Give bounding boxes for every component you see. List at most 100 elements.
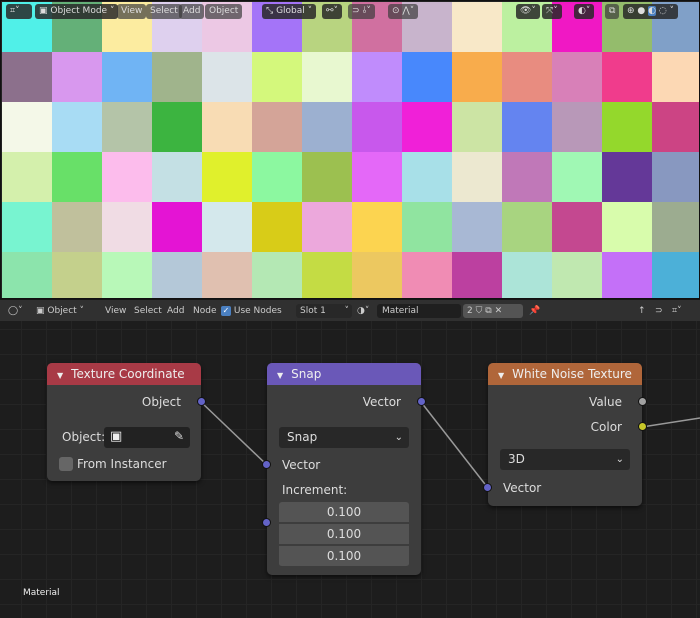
collapse-icon[interactable]: ▼: [57, 371, 63, 380]
fake-user-icon[interactable]: ⛉: [476, 306, 483, 316]
material-label: Material: [23, 588, 60, 598]
input-vector-label: Vector: [282, 458, 321, 472]
node-snap[interactable]: ▼ Snap Vector Snap ⌄ Vector Increment: 0.1…: [262, 363, 426, 575]
menu-add[interactable]: Add: [167, 304, 184, 318]
from-instancer-label: From Instancer: [77, 457, 167, 471]
object-field-label: Object:: [62, 430, 106, 444]
mode-dropdown[interactable]: ▣ Object Mode ˅: [35, 4, 119, 19]
increment-z-field[interactable]: 0.100: [279, 546, 409, 567]
color-cell: [252, 52, 302, 102]
color-cell: [302, 52, 352, 102]
menu-object[interactable]: Object: [205, 4, 243, 19]
menu-view[interactable]: View: [105, 304, 126, 318]
color-cell: [302, 202, 352, 252]
visibility-icon[interactable]: 👁˅: [516, 4, 540, 19]
color-cell: [602, 52, 652, 102]
color-cell: [652, 102, 699, 152]
use-nodes-checkbox[interactable]: ✓ Use Nodes: [221, 304, 282, 318]
parent-node-icon[interactable]: ↑: [638, 304, 646, 318]
color-cell: [102, 52, 152, 102]
color-cell: [652, 202, 699, 252]
node-header[interactable]: ▼ Snap: [267, 363, 421, 385]
color-cell: [452, 202, 502, 252]
color-cell: [452, 102, 502, 152]
color-cell: [152, 202, 202, 252]
xray-icon[interactable]: ⧉: [605, 4, 620, 19]
color-cell: [202, 102, 252, 152]
color-cell: [352, 152, 402, 202]
gizmo-icon[interactable]: ⤧˅: [542, 4, 562, 19]
editor-type-icon[interactable]: ◯˅: [8, 304, 23, 318]
color-cell: [2, 252, 52, 298]
increment-y-field[interactable]: 0.100: [279, 524, 409, 545]
color-cell: [152, 102, 202, 152]
color-cell: [302, 152, 352, 202]
collapse-icon[interactable]: ▼: [277, 371, 283, 380]
node-texture-coordinate[interactable]: ▼ Texture Coordinate Object Object: ▣ ✎ F…: [47, 363, 206, 481]
object-field[interactable]: ▣ ✎: [104, 427, 190, 448]
color-cell: [52, 52, 102, 102]
color-cell: [552, 52, 602, 102]
editor-type-button[interactable]: ⌗˅: [6, 4, 32, 19]
socket-color-out[interactable]: [638, 422, 647, 431]
socket-increment-in[interactable]: [262, 518, 271, 527]
material-name-field[interactable]: Material: [377, 304, 461, 318]
material-browse-icon[interactable]: ◑˅: [357, 304, 369, 318]
node-header[interactable]: ▼ White Noise Texture: [488, 363, 642, 385]
proportional-edit-icon[interactable]: ⊙ ⋀˅: [388, 4, 419, 19]
color-cell: [102, 102, 152, 152]
object-mode-icon: ▣: [39, 6, 51, 16]
color-cell: [652, 52, 699, 102]
snap-toggle-icon[interactable]: ⊃ ⫰˅: [348, 4, 375, 19]
slot-dropdown[interactable]: Slot 1 ˅: [296, 304, 352, 318]
node-header[interactable]: ▼ Texture Coordinate: [47, 363, 201, 385]
color-cell: [252, 152, 302, 202]
output-color-label: Color: [590, 420, 622, 434]
node-white-noise-texture[interactable]: ▼ White Noise Texture Value Color 3D ⌄ Vec…: [483, 363, 647, 506]
color-cell: [452, 52, 502, 102]
menu-select[interactable]: Select: [146, 4, 182, 19]
color-cell: [202, 52, 252, 102]
shading-modes[interactable]: ⊕ ● ◐ ◌ ˅: [623, 4, 679, 19]
color-cell: [252, 202, 302, 252]
collapse-icon[interactable]: ▼: [498, 371, 504, 380]
pin-icon[interactable]: 📌: [529, 304, 540, 318]
socket-object-out[interactable]: [197, 397, 206, 406]
socket-value-out[interactable]: [638, 397, 647, 406]
overlay-icon[interactable]: ◐˅: [574, 4, 595, 19]
operation-dropdown[interactable]: Snap ⌄: [279, 427, 409, 448]
material-users[interactable]: 2 ⛉ ⧉ ✕: [463, 304, 523, 318]
color-cell: [402, 102, 452, 152]
pivot-icon[interactable]: ⚯˅: [322, 4, 343, 19]
chevron-down-icon: ⌄: [615, 454, 624, 465]
menu-node[interactable]: Node: [193, 304, 217, 318]
color-cell: [352, 102, 402, 152]
color-cell: [402, 202, 452, 252]
dimensions-dropdown[interactable]: 3D ⌄: [500, 449, 630, 470]
snap-mode-icon[interactable]: ⌗˅: [672, 304, 682, 318]
eyedropper-icon[interactable]: ✎: [174, 429, 184, 443]
color-cell: [602, 252, 652, 298]
3d-viewport[interactable]: ⌗˅ ▣ Object Mode ˅ View Select Add Objec…: [0, 0, 700, 299]
from-instancer-checkbox[interactable]: [59, 457, 73, 471]
menu-add[interactable]: Add: [179, 4, 205, 19]
socket-vector-in[interactable]: [262, 460, 271, 469]
color-cell: [502, 52, 552, 102]
snap-icon[interactable]: ⊃: [655, 304, 663, 318]
orientation-dropdown[interactable]: ⤡ Global ˅: [262, 4, 317, 19]
checkbox-checked-icon: ✓: [221, 306, 231, 316]
socket-vector-out[interactable]: [417, 397, 426, 406]
menu-select[interactable]: Select: [134, 304, 162, 318]
socket-vector-in[interactable]: [483, 483, 492, 492]
color-cell: [2, 202, 52, 252]
color-cell: [52, 252, 102, 298]
output-vector-label: Vector: [362, 395, 401, 409]
menu-view[interactable]: View: [117, 4, 147, 19]
unlink-icon[interactable]: ✕: [495, 306, 503, 316]
color-cell: [252, 252, 302, 298]
color-cell: [502, 102, 552, 152]
duplicate-icon[interactable]: ⧉: [485, 306, 491, 316]
increment-x-field[interactable]: 0.100: [279, 502, 409, 523]
color-cell: [2, 102, 52, 152]
shader-type-dropdown[interactable]: ▣ Object ˅: [36, 304, 96, 318]
